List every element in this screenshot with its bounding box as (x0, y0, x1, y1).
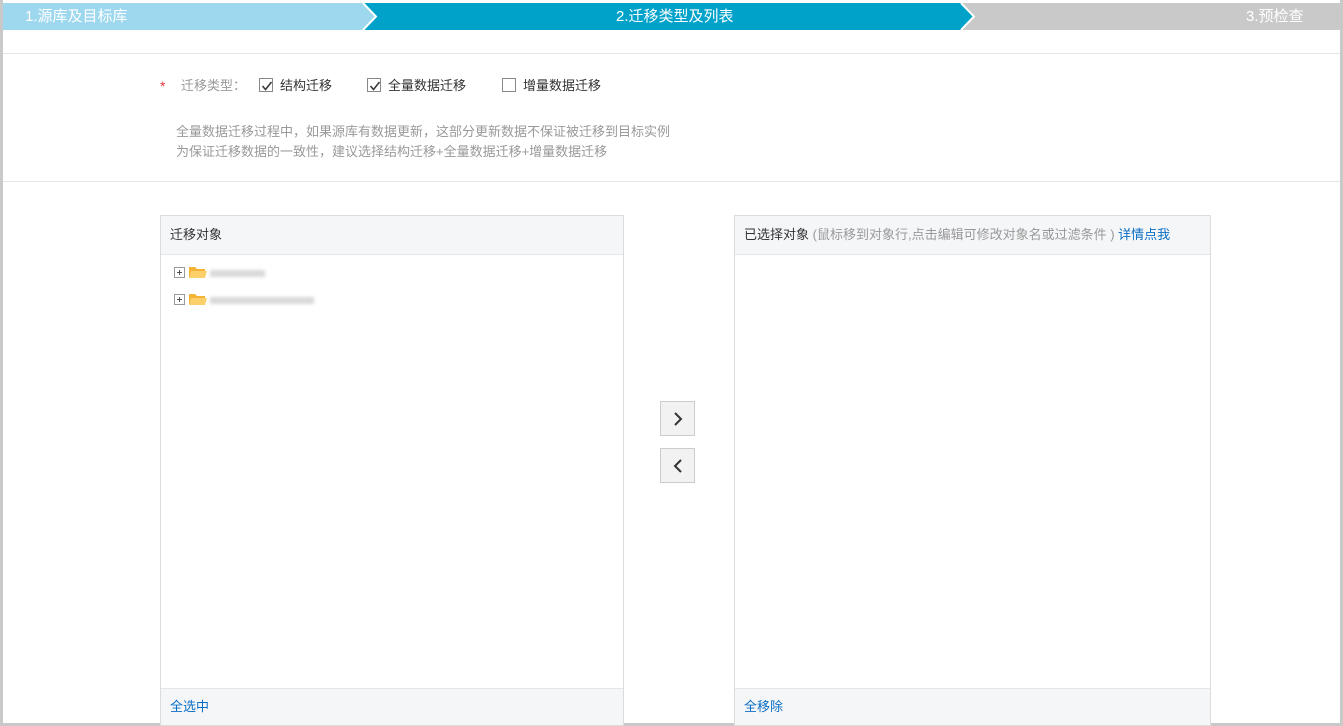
remove-from-selected-button[interactable] (660, 448, 695, 483)
wizard-steps: 1.源库及目标库 2.迁移类型及列表 3.预检查 (3, 3, 1340, 30)
select-all-link[interactable]: 全选中 (170, 699, 209, 714)
full-data-migration-checkbox[interactable] (367, 78, 381, 92)
selected-objects-panel: 已选择对象 (鼠标移到对象行,点击编辑可修改对象名或过滤条件 ) 详情点我 全移… (734, 215, 1211, 726)
source-objects-footer: 全选中 (161, 688, 623, 725)
selected-objects-hint: (鼠标移到对象行,点击编辑可修改对象名或过滤条件 ) (812, 227, 1115, 242)
check-icon (369, 81, 381, 91)
chevron-right-icon (674, 412, 683, 426)
expand-icon[interactable] (174, 294, 185, 305)
structure-migration-label[interactable]: 结构迁移 (280, 76, 332, 96)
tree-node[interactable] (174, 291, 374, 309)
divider (3, 53, 1340, 54)
chevron-left-icon (673, 459, 682, 473)
selected-objects-footer: 全移除 (735, 688, 1210, 725)
check-icon (261, 81, 273, 91)
divider (3, 181, 1340, 182)
source-objects-panel: 迁移对象 全选中 (160, 215, 624, 726)
tree-node[interactable] (174, 264, 374, 282)
required-mark: * (160, 78, 166, 94)
step-3-label: 3.预检查 (1246, 8, 1304, 25)
step-1-label[interactable]: 1.源库及目标库 (25, 3, 128, 30)
incremental-migration-label[interactable]: 增量数据迁移 (523, 76, 601, 96)
folder-icon (189, 267, 207, 278)
migration-type-label: 迁移类型： (181, 78, 247, 93)
incremental-migration-checkbox[interactable] (502, 78, 516, 92)
remove-all-link[interactable]: 全移除 (744, 699, 783, 714)
selected-objects-title: 已选择对象 (744, 227, 810, 242)
migration-note-line-1: 全量数据迁移过程中，如果源库有数据更新，这部分更新数据不保证被迁移到目标实例 (176, 124, 671, 139)
selected-objects-header: 已选择对象 (鼠标移到对象行,点击编辑可修改对象名或过滤条件 ) 详情点我 (735, 216, 1210, 255)
add-to-selected-button[interactable] (660, 401, 695, 436)
step-2-label: 2.迁移类型及列表 (616, 8, 734, 25)
folder-icon (189, 294, 207, 305)
redacted-database-name (210, 270, 265, 277)
source-objects-title: 迁移对象 (170, 227, 223, 242)
migration-note-line-2: 为保证迁移数据的一致性，建议选择结构迁移+全量数据迁移+增量数据迁移 (176, 144, 608, 159)
details-link[interactable]: 详情点我 (1118, 227, 1170, 242)
structure-migration-checkbox[interactable] (259, 78, 273, 92)
redacted-database-name (210, 297, 314, 304)
expand-icon[interactable] (174, 267, 185, 278)
full-data-migration-label[interactable]: 全量数据迁移 (388, 76, 466, 96)
source-objects-header: 迁移对象 (161, 216, 623, 255)
